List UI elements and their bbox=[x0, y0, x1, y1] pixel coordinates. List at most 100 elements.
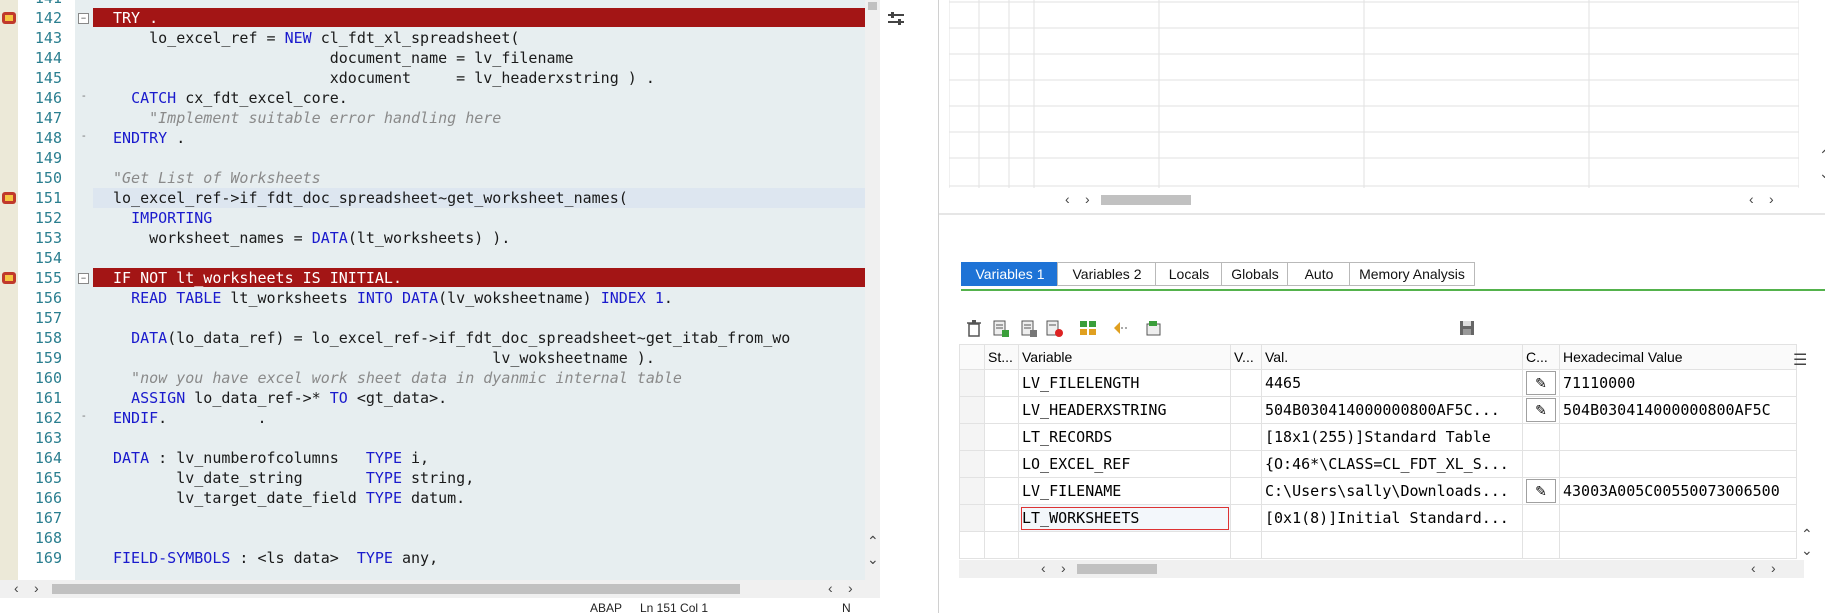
change-cell[interactable] bbox=[1522, 504, 1560, 532]
code-line[interactable]: 159 lv_woksheetname ). bbox=[0, 348, 865, 368]
scroll-left-icon[interactable]: ‹ bbox=[14, 581, 19, 595]
scroll-right-icon[interactable]: › bbox=[1061, 561, 1066, 575]
code-line[interactable]: 154 bbox=[0, 248, 865, 268]
code-line[interactable]: 163 bbox=[0, 428, 865, 448]
table-row[interactable]: LT_RECORDS [18x1(255)]Standard Table bbox=[959, 423, 1797, 451]
empty-data-grid[interactable]: ‹ › ‹ › ⌃ ⌄ bbox=[948, 0, 1825, 206]
code-line[interactable]: 143 lo_excel_ref = NEW cl_fdt_xl_spreads… bbox=[0, 28, 865, 48]
table-horizontal-scrollbar[interactable]: ‹ › ‹ › bbox=[959, 560, 1804, 578]
tab-variables-1[interactable]: Variables 1 bbox=[961, 262, 1059, 286]
table-row[interactable]: LO_EXCEL_REF {O:46*\CLASS=CL_FDT_XL_S... bbox=[959, 450, 1797, 478]
scroll-down-icon[interactable]: ⌄ bbox=[1819, 166, 1825, 180]
code-line[interactable]: 157 bbox=[0, 308, 865, 328]
scroll-up-icon[interactable]: ⌃ bbox=[1801, 527, 1813, 541]
scroll-left-icon[interactable]: ‹ bbox=[1751, 561, 1756, 575]
pane-splitter[interactable] bbox=[880, 0, 938, 613]
breakpoint-icon[interactable] bbox=[2, 191, 16, 204]
breakpoint-icon[interactable] bbox=[2, 271, 16, 284]
variables-table[interactable]: St... Variable V... Val. C... Hexadecima… bbox=[959, 344, 1797, 559]
code-line[interactable]: 166 lv_target_date_field TYPE datum. bbox=[0, 488, 865, 508]
code-line[interactable]: 145 xdocument = lv_headerxstring ) . bbox=[0, 68, 865, 88]
code-line[interactable]: 158 DATA(lo_data_ref) = lo_excel_ref->if… bbox=[0, 328, 865, 348]
change-cell[interactable] bbox=[1522, 450, 1560, 478]
scroll-thumb[interactable] bbox=[52, 584, 740, 594]
code-line[interactable]: 141 bbox=[0, 0, 865, 8]
change-cell[interactable]: ✎ bbox=[1522, 396, 1560, 424]
scroll-down-icon[interactable]: ⌄ bbox=[1801, 543, 1813, 557]
fold-toggle-icon[interactable]: − bbox=[78, 13, 89, 24]
scroll-left-icon[interactable]: ‹ bbox=[1749, 192, 1754, 206]
code-line[interactable]: 148 - ENDTRY . bbox=[0, 128, 865, 148]
code-line[interactable]: 167 bbox=[0, 508, 865, 528]
code-line[interactable]: 153 worksheet_names = DATA(lt_worksheets… bbox=[0, 228, 865, 248]
code-line[interactable]: 161 ASSIGN lo_data_ref->* TO <gt_data>. bbox=[0, 388, 865, 408]
edit-pencil-icon[interactable]: ✎ bbox=[1526, 371, 1556, 395]
code-line[interactable]: 146 - CATCH cx_fdt_excel_core. bbox=[0, 88, 865, 108]
column-header-status[interactable]: St... bbox=[984, 344, 1019, 370]
code-line[interactable]: 169 FIELD-SYMBOLS : <ls data> TYPE any, bbox=[0, 548, 865, 568]
scroll-up-icon[interactable]: ⌃ bbox=[867, 534, 879, 548]
code-line[interactable]: 151 lo_excel_ref->if_fdt_doc_spreadsheet~… bbox=[0, 188, 865, 208]
scroll-right-icon[interactable]: › bbox=[1771, 561, 1776, 575]
edit-pencil-icon[interactable]: ✎ bbox=[1526, 398, 1556, 422]
save-icon[interactable] bbox=[1457, 318, 1477, 338]
tab-memory-analysis[interactable]: Memory Analysis bbox=[1349, 262, 1475, 286]
editor-horizontal-scrollbar[interactable]: ‹ › ‹ › bbox=[0, 580, 880, 598]
column-header-value[interactable]: Val. bbox=[1261, 344, 1523, 370]
code-line[interactable]: 165 lv_date_string TYPE string, bbox=[0, 468, 865, 488]
column-header-hex[interactable]: Hexadecimal Value bbox=[1559, 344, 1797, 370]
code-line[interactable]: 147 "Implement suitable error handling h… bbox=[0, 108, 865, 128]
code-line[interactable]: 160 "now you have excel work sheet data … bbox=[0, 368, 865, 388]
column-header-change[interactable]: C... bbox=[1522, 344, 1560, 370]
columns-menu-icon[interactable]: ☰ bbox=[1793, 350, 1807, 370]
list-edit-icon[interactable] bbox=[1019, 318, 1039, 338]
scroll-left-icon[interactable]: ‹ bbox=[1041, 561, 1046, 575]
tab-locals[interactable]: Locals bbox=[1155, 262, 1223, 286]
list-remove-icon[interactable] bbox=[1044, 318, 1064, 338]
code-line[interactable]: 168 bbox=[0, 528, 865, 548]
change-cell[interactable] bbox=[1522, 423, 1560, 451]
scroll-right-icon[interactable]: › bbox=[1769, 192, 1774, 206]
code-line[interactable]: 144 document_name = lv_filename bbox=[0, 48, 865, 68]
edit-pencil-icon[interactable]: ✎ bbox=[1526, 479, 1556, 503]
tab-auto[interactable]: Auto bbox=[1287, 262, 1351, 286]
code-line[interactable]: 142 − TRY . bbox=[0, 8, 865, 28]
scroll-right-icon[interactable]: › bbox=[34, 581, 39, 595]
breakpoint-icon[interactable] bbox=[2, 11, 16, 24]
scroll-right-icon[interactable]: › bbox=[1085, 192, 1090, 206]
tab-globals[interactable]: Globals bbox=[1221, 262, 1289, 286]
code-line[interactable]: 155 − IF NOT lt_worksheets IS INITIAL. bbox=[0, 268, 865, 288]
scroll-thumb[interactable] bbox=[868, 2, 877, 10]
settings-sliders-icon[interactable] bbox=[886, 10, 906, 28]
panel-divider[interactable] bbox=[939, 213, 1825, 245]
code-line[interactable]: 150 "Get List of Worksheets bbox=[0, 168, 865, 188]
code-editor[interactable]: 141142−TRY .143 lo_excel_ref = NEW cl_fd… bbox=[0, 0, 880, 615]
editor-vertical-scrollbar[interactable]: ⌃ ⌄ bbox=[865, 0, 880, 580]
table-row[interactable]: LV_HEADERXSTRING 504B030414000000800AF5C.… bbox=[959, 396, 1797, 424]
table-row[interactable]: LV_FILELENGTH 4465 ✎ 71110000 bbox=[959, 369, 1797, 397]
code-line[interactable]: 162 - ENDIF. . bbox=[0, 408, 865, 428]
fold-toggle-icon[interactable]: − bbox=[78, 273, 89, 284]
table-row[interactable]: LT_WORKSHEETS [0x1(8)]Initial Standard... bbox=[959, 504, 1797, 532]
scroll-thumb[interactable] bbox=[1077, 564, 1157, 574]
empty-table-row[interactable] bbox=[959, 531, 1797, 559]
code-line[interactable]: 164 DATA : lv_numberofcolumns TYPE i, bbox=[0, 448, 865, 468]
scroll-thumb[interactable] bbox=[1101, 195, 1191, 205]
table-row[interactable]: LV_FILENAME C:\Users\sally\Downloads... ✎ 4… bbox=[959, 477, 1797, 505]
column-header-v[interactable]: V... bbox=[1230, 344, 1262, 370]
delete-icon[interactable] bbox=[964, 318, 984, 338]
scroll-left-icon[interactable]: ‹ bbox=[1065, 192, 1070, 206]
scroll-right-icon[interactable]: › bbox=[848, 581, 853, 595]
change-cell[interactable]: ✎ bbox=[1522, 477, 1560, 505]
scroll-left-icon[interactable]: ‹ bbox=[828, 581, 833, 595]
tab-variables-2[interactable]: Variables 2 bbox=[1057, 262, 1157, 286]
export-icon[interactable] bbox=[1144, 318, 1164, 338]
compare-icon[interactable] bbox=[1078, 318, 1098, 338]
column-header-variable[interactable]: Variable bbox=[1018, 344, 1231, 370]
code-line[interactable]: 156 READ TABLE lt_worksheets INTO DATA(l… bbox=[0, 288, 865, 308]
list-add-icon[interactable] bbox=[991, 318, 1011, 338]
code-line[interactable]: 149 bbox=[0, 148, 865, 168]
change-cell[interactable]: ✎ bbox=[1522, 369, 1560, 397]
code-line[interactable]: 152 IMPORTING bbox=[0, 208, 865, 228]
split-icon[interactable] bbox=[1111, 318, 1131, 338]
